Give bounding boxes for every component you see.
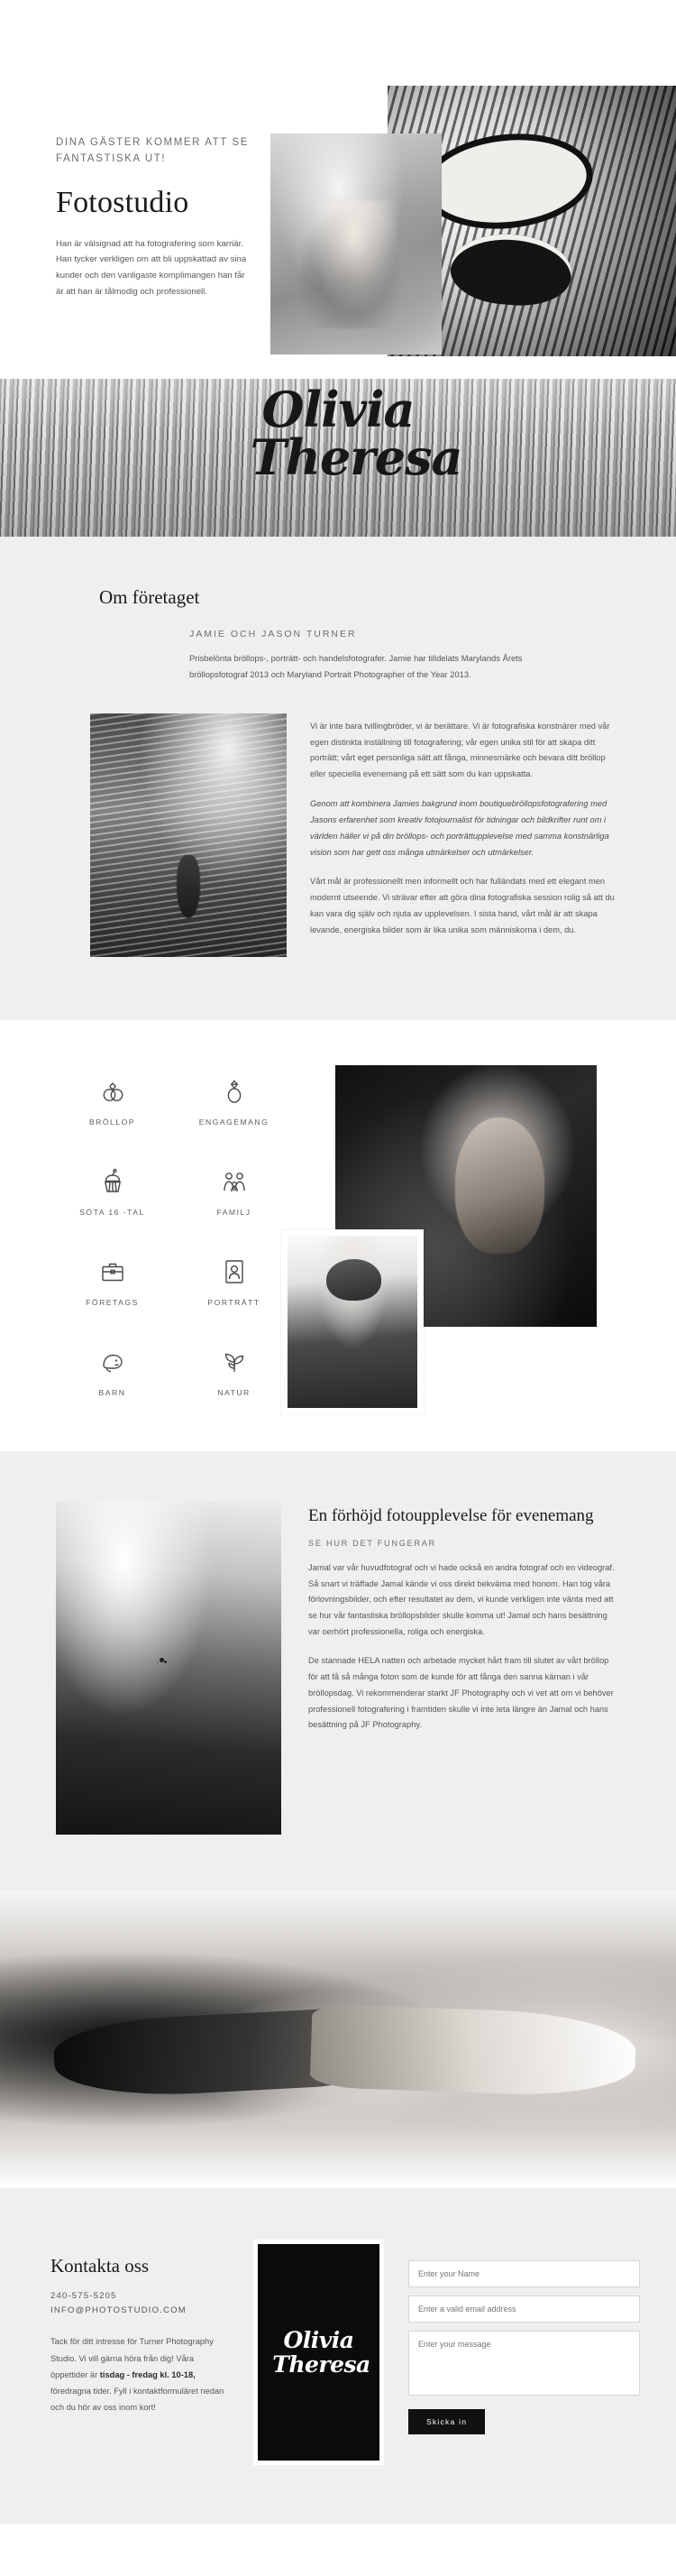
service-item-nature[interactable]: NATUR xyxy=(178,1347,290,1397)
service-item-engagement[interactable]: ENGAGEMANG xyxy=(178,1076,290,1127)
engagement-ring-icon xyxy=(178,1076,290,1107)
about-section: Om företaget JAMIE OCH JASON TURNER Pris… xyxy=(0,537,676,1020)
contact-signature-text: Olivia Theresa xyxy=(267,2328,370,2377)
service-label: FÖRETAGS xyxy=(86,1297,139,1307)
submit-button[interactable]: Skicka in xyxy=(408,2408,486,2434)
service-label: FAMILJ xyxy=(216,1207,251,1217)
about-subtitle: JAMIE OCH JASON TURNER xyxy=(189,629,357,639)
contact-body-suffix: föredragna tider. Fyll i kontaktformulär… xyxy=(50,2386,224,2412)
about-underwater-image xyxy=(90,713,287,957)
signature-line-2: Theresa xyxy=(250,428,463,486)
baby-icon xyxy=(56,1347,169,1377)
contact-body-hours: tisdag - fredag kl. 10-18, xyxy=(99,2369,196,2379)
contact-signature-line-1: Olivia xyxy=(283,2326,354,2353)
contact-signature-card: Olivia Theresa xyxy=(258,2243,379,2461)
hero-text-block: DINA GÄSTER KOMMER ATT SE FANTASTISKA UT… xyxy=(56,135,277,300)
contact-signature-line-2: Theresa xyxy=(272,2351,370,2378)
experience-landscape-image xyxy=(56,1500,281,1835)
services-media xyxy=(281,1064,620,1414)
wedding-rings-icon xyxy=(56,1076,169,1107)
service-item-children[interactable]: BARN xyxy=(56,1347,169,1397)
experience-subtitle: SE HUR DET FUNGERAR xyxy=(308,1538,436,1548)
about-columns: Vi är inte bara tvillingbröder, vi är be… xyxy=(90,713,620,957)
about-paragraph: Vårt mål är professionellt men informell… xyxy=(310,877,615,934)
signature-script: Olivia Theresa xyxy=(0,384,676,483)
handshake-banner xyxy=(0,1890,676,2188)
experience-title: En förhöjd fotoupplevelse för evenemang xyxy=(308,1505,594,1525)
portrait-frame-icon xyxy=(178,1256,290,1287)
cupcake-icon xyxy=(56,1166,169,1197)
service-label: BARN xyxy=(98,1387,126,1397)
service-item-corporate[interactable]: FÖRETAGS xyxy=(56,1256,169,1307)
contact-info-column: Kontakta oss 240-575-5205 INFO@PHOTOSTUD… xyxy=(36,2240,243,2415)
service-item-wedding[interactable]: BRÖLLOP xyxy=(56,1076,169,1127)
contact-phone-link[interactable]: 240-575-5205 xyxy=(50,2289,243,2304)
experience-section: En förhöjd fotoupplevelse för evenemang … xyxy=(0,1450,676,1891)
services-inner: BRÖLLOP ENGAGEMANG SÖTA 16 -TAL FAMILJ F… xyxy=(0,1064,676,1414)
service-item-portrait[interactable]: PORTRÄTT xyxy=(178,1256,290,1307)
name-input[interactable] xyxy=(408,2259,640,2287)
family-icon xyxy=(178,1166,290,1197)
service-label: NATUR xyxy=(217,1387,251,1397)
about-paragraph: Genom att kombinera Jamies bakgrund inom… xyxy=(310,799,609,857)
experience-paragraph: Jamal var vår huvudfotograf och vi hade … xyxy=(308,1562,615,1637)
services-beanie-image xyxy=(281,1228,424,1414)
services-icon-grid: BRÖLLOP ENGAGEMANG SÖTA 16 -TAL FAMILJ F… xyxy=(56,1067,290,1397)
service-label: SÖTA 16 -TAL xyxy=(79,1207,145,1217)
experience-text-column: En förhöjd fotoupplevelse för evenemang … xyxy=(308,1501,620,1835)
hero-eyebrow: DINA GÄSTER KOMMER ATT SE FANTASTISKA UT… xyxy=(56,137,250,164)
hero-paragraph: Han är välsignad att ha fotografering so… xyxy=(56,238,247,297)
hero-portrait-image xyxy=(270,133,442,354)
contact-form: Skicka in xyxy=(394,2240,640,2434)
services-section: BRÖLLOP ENGAGEMANG SÖTA 16 -TAL FAMILJ F… xyxy=(0,1019,676,1451)
email-input[interactable] xyxy=(408,2295,640,2323)
contact-section: Kontakta oss 240-575-5205 INFO@PHOTOSTUD… xyxy=(0,2187,676,2524)
about-lead-paragraph: Prisbelönta bröllops-, porträtt- och han… xyxy=(189,653,523,679)
about-text-column: Vi är inte bara tvillingbröder, vi är be… xyxy=(310,713,620,957)
contact-title: Kontakta oss xyxy=(50,2254,150,2277)
service-item-family[interactable]: FAMILJ xyxy=(178,1166,290,1217)
contact-body-text: Tack för ditt intresse för Turner Photog… xyxy=(50,2333,231,2415)
service-label: BRÖLLOP xyxy=(88,1117,136,1127)
service-label: PORTRÄTT xyxy=(207,1297,260,1307)
page-title: Fotostudio xyxy=(56,185,189,219)
hero-section: DINA GÄSTER KOMMER ATT SE FANTASTISKA UT… xyxy=(0,0,676,379)
service-label: ENGAGEMANG xyxy=(198,1117,269,1127)
about-title: Om företaget xyxy=(99,586,200,608)
experience-paragraph: De stannade HELA natten och arbetade myc… xyxy=(308,1656,614,1730)
contact-email-link[interactable]: INFO@PHOTOSTUDIO.COM xyxy=(50,2304,243,2318)
service-item-sweet-sixteen[interactable]: SÖTA 16 -TAL xyxy=(56,1166,169,1217)
contact-details: 240-575-5205 INFO@PHOTOSTUDIO.COM xyxy=(50,2289,243,2318)
briefcase-icon xyxy=(56,1256,169,1287)
message-input[interactable] xyxy=(408,2330,640,2396)
signature-banner: Olivia Theresa xyxy=(0,379,676,537)
about-paragraph: Vi är inte bara tvillingbröder, vi är be… xyxy=(310,721,610,779)
leaf-icon xyxy=(178,1347,290,1377)
